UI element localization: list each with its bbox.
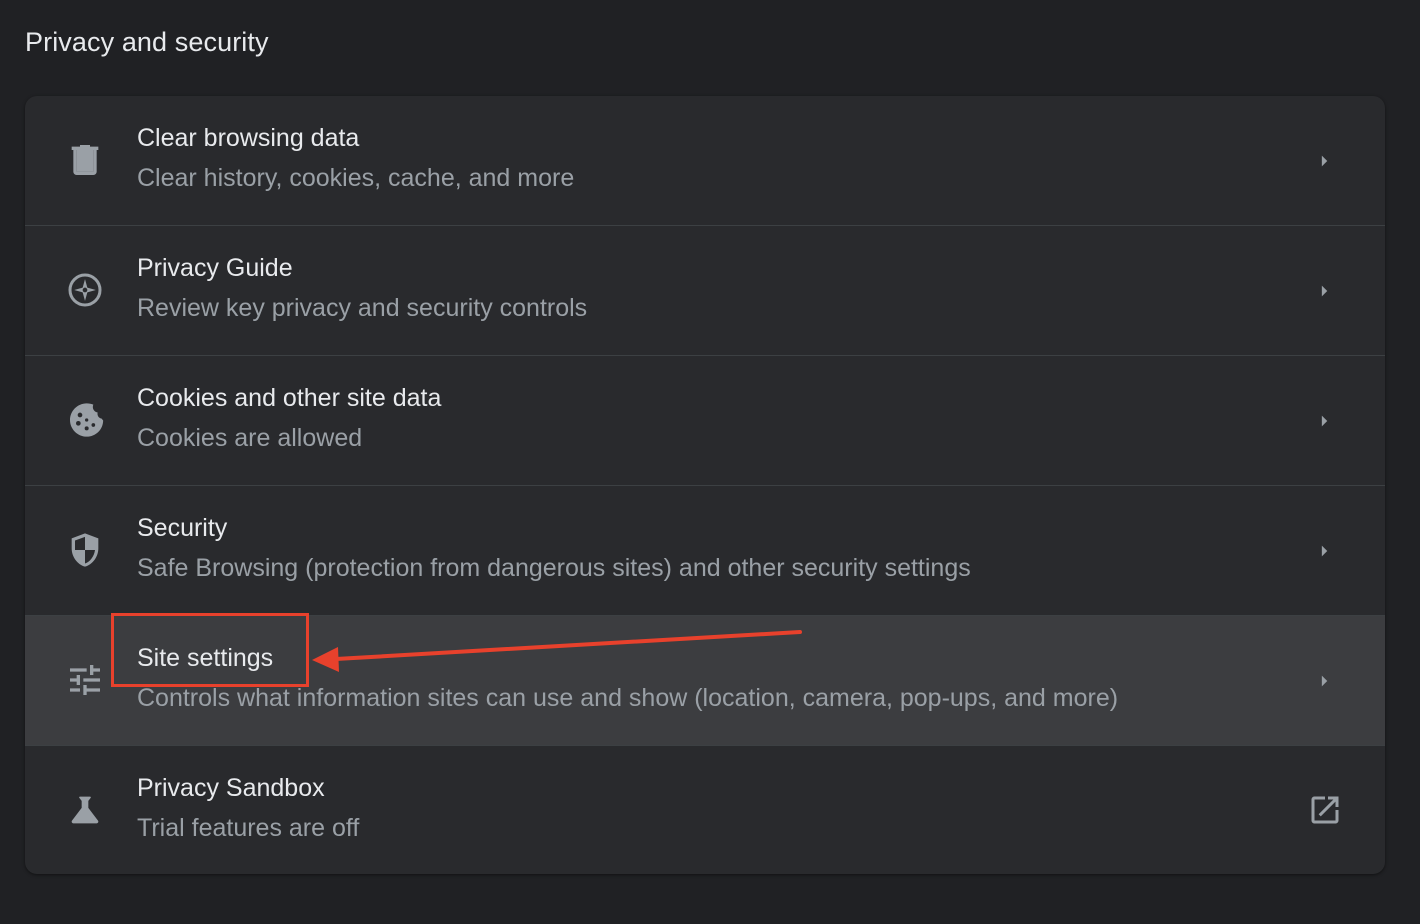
row-title: Privacy Sandbox: [137, 774, 325, 802]
row-subtitle: Trial features are off: [137, 814, 360, 842]
section-title: Privacy and security: [25, 27, 269, 57]
security-row[interactable]: Security Safe Browsing (protection from …: [25, 485, 1385, 615]
open-external-icon[interactable]: [1307, 792, 1343, 828]
privacy-sandbox-row[interactable]: Privacy Sandbox Trial features are off: [25, 745, 1385, 874]
row-subtitle: Review key privacy and security controls: [137, 294, 588, 322]
row-title: Clear browsing data: [137, 124, 360, 152]
flask-icon: [63, 790, 107, 830]
row-subtitle: Clear history, cookies, cache, and more: [137, 164, 575, 192]
clear-browsing-data-row[interactable]: Clear browsing data Clear history, cooki…: [25, 96, 1385, 225]
row-subtitle: Controls what information sites can use …: [137, 684, 1119, 712]
privacy-guide-row[interactable]: Privacy Guide Review key privacy and sec…: [25, 225, 1385, 355]
shield-icon: [63, 530, 107, 570]
row-title: Security: [137, 514, 228, 542]
cookies-row[interactable]: Cookies and other site data Cookies are …: [25, 355, 1385, 485]
privacy-security-card: Clear browsing data Clear history, cooki…: [25, 96, 1385, 874]
chevron-right-icon: [1321, 285, 1328, 297]
chevron-right-icon: [1321, 545, 1328, 557]
tune-icon: [63, 660, 107, 700]
chevron-right-icon: [1321, 675, 1328, 687]
site-settings-row[interactable]: Site settings Controls what information …: [25, 615, 1385, 745]
row-title: Cookies and other site data: [137, 384, 442, 412]
chevron-right-icon: [1321, 415, 1328, 427]
row-subtitle: Cookies are allowed: [137, 424, 363, 452]
row-title: Privacy Guide: [137, 254, 293, 282]
compass-icon: [63, 270, 107, 310]
row-title: Site settings: [137, 644, 274, 672]
chevron-right-icon: [1321, 155, 1328, 167]
cookie-icon: [63, 400, 107, 440]
trash-icon: [63, 140, 107, 180]
row-subtitle: Safe Browsing (protection from dangerous…: [137, 554, 971, 582]
